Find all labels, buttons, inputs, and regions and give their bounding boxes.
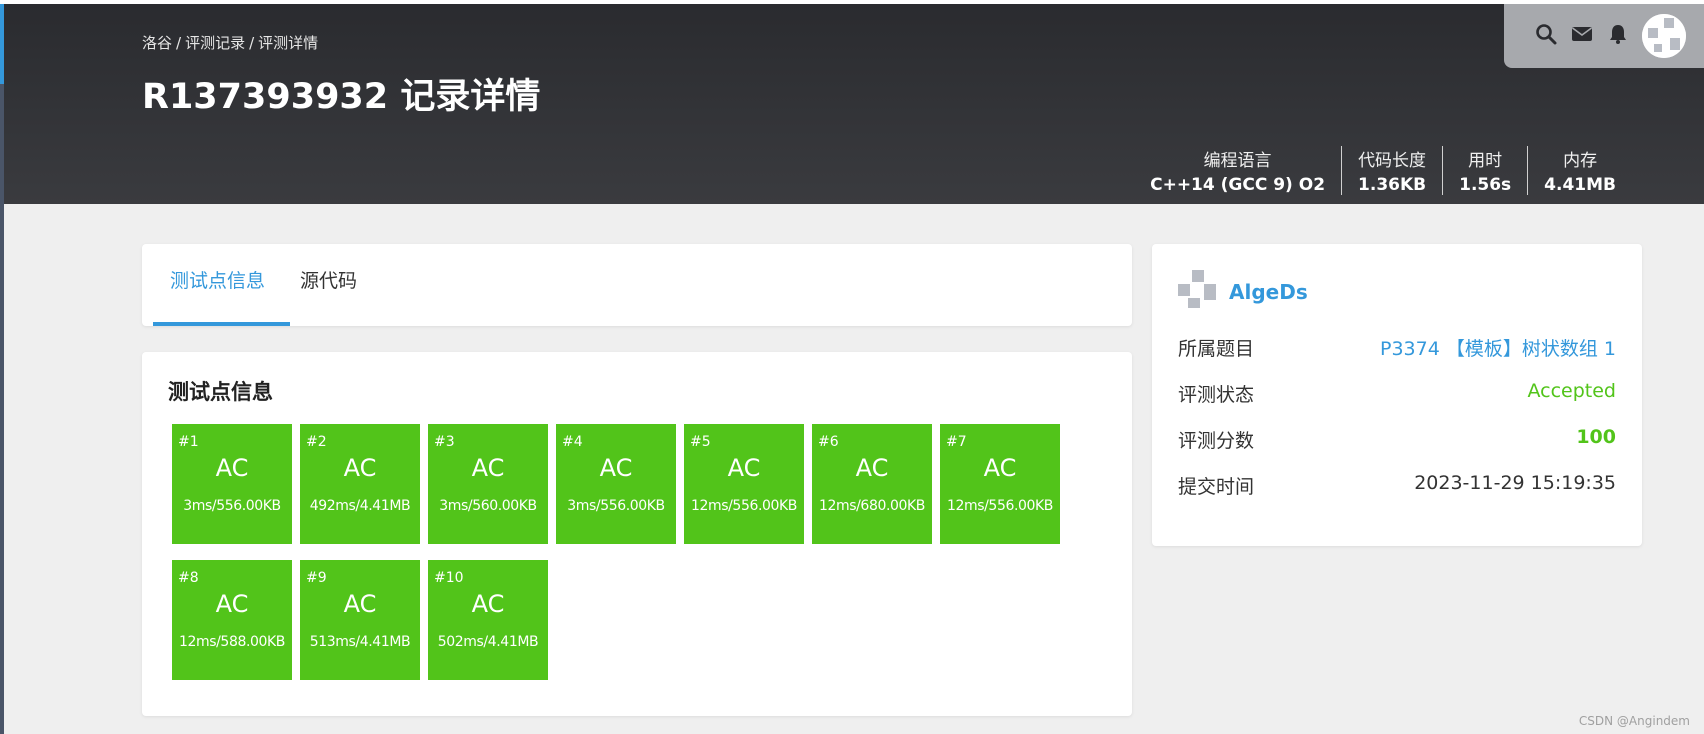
stat-memory: 内存 4.41MB bbox=[1527, 146, 1632, 195]
testcase-number: #1 bbox=[178, 434, 199, 450]
testcase-number: #5 bbox=[690, 434, 711, 450]
stat-label: 内存 bbox=[1563, 151, 1598, 171]
tab-source-code[interactable]: 源代码 bbox=[300, 266, 357, 293]
testcase-result: AC bbox=[343, 454, 377, 482]
info-label: 提交时间 bbox=[1178, 476, 1255, 498]
testcase-number: #10 bbox=[434, 570, 464, 586]
testcase-number: #9 bbox=[306, 570, 327, 586]
testcase-time-memory: 3ms/556.00KB bbox=[567, 498, 665, 514]
score-value: 100 bbox=[1576, 426, 1616, 448]
breadcrumb-home[interactable]: 洛谷 bbox=[142, 34, 172, 52]
testcase-time-memory: 12ms/556.00KB bbox=[690, 498, 798, 514]
breadcrumb: 洛谷 / 评测记录 / 评测详情 bbox=[142, 32, 318, 53]
breadcrumb-separator: / bbox=[176, 34, 182, 52]
status-value: Accepted bbox=[1527, 380, 1616, 402]
testcase-number: #2 bbox=[306, 434, 327, 450]
testcase-2[interactable]: #2 AC 492ms/4.41MB bbox=[300, 424, 420, 544]
testcases-card: 测试点信息 #1 AC 3ms/556.00KB #2 AC 492ms/4.4… bbox=[142, 352, 1132, 716]
page-frame: 洛谷 / 评测记录 / 评测详情 R137393932 记录详情 编程语言 C+… bbox=[4, 4, 1704, 734]
watermark: CSDN @Angindem bbox=[1578, 714, 1690, 728]
testcase-number: #6 bbox=[818, 434, 839, 450]
stat-label: 代码长度 bbox=[1358, 151, 1427, 171]
record-stats: 编程语言 C++14 (GCC 9) O2 代码长度 1.36KB 用时 1.5… bbox=[1134, 146, 1632, 195]
testcase-4[interactable]: #4 AC 3ms/556.00KB bbox=[556, 424, 676, 544]
submit-time-value: 2023-11-29 15:19:35 bbox=[1414, 472, 1616, 494]
testcase-time-memory: 3ms/556.00KB bbox=[183, 498, 281, 514]
breadcrumb-records[interactable]: 评测记录 bbox=[185, 34, 245, 52]
stat-label: 编程语言 bbox=[1203, 151, 1272, 171]
stat-time: 用时 1.56s bbox=[1442, 146, 1527, 195]
info-label: 所属题目 bbox=[1178, 338, 1255, 360]
testcase-time-memory: 12ms/556.00KB bbox=[946, 498, 1054, 514]
avatar[interactable] bbox=[1642, 14, 1686, 58]
page-title: R137393932 记录详情 bbox=[142, 77, 541, 117]
stat-value: 1.56s bbox=[1459, 175, 1512, 195]
username-link[interactable]: AlgeDs bbox=[1229, 280, 1308, 304]
testcase-9[interactable]: #9 AC 513ms/4.41MB bbox=[300, 560, 420, 680]
tab-testcases[interactable]: 测试点信息 bbox=[170, 266, 265, 293]
testcase-time-memory: 492ms/4.41MB bbox=[309, 498, 411, 514]
record-info-card: AlgeDs 所属题目 P3374 【模板】树状数组 1 评测状态 Accept… bbox=[1152, 244, 1642, 546]
page-header: 洛谷 / 评测记录 / 评测详情 R137393932 记录详情 编程语言 C+… bbox=[4, 4, 1704, 204]
active-tab-indicator bbox=[153, 322, 290, 326]
search-icon[interactable] bbox=[1534, 22, 1558, 46]
testcase-number: #3 bbox=[434, 434, 455, 450]
testcase-number: #7 bbox=[946, 434, 967, 450]
testcase-time-memory: 502ms/4.41MB bbox=[437, 634, 539, 650]
testcase-time-memory: 3ms/560.00KB bbox=[439, 498, 537, 514]
testcase-result: AC bbox=[471, 454, 505, 482]
testcase-result: AC bbox=[471, 590, 505, 618]
testcase-8[interactable]: #8 AC 12ms/588.00KB bbox=[172, 560, 292, 680]
testcase-time-memory: 12ms/680.00KB bbox=[818, 498, 926, 514]
testcase-3[interactable]: #3 AC 3ms/560.00KB bbox=[428, 424, 548, 544]
testcase-7[interactable]: #7 AC 12ms/556.00KB bbox=[940, 424, 1060, 544]
user-avatar-icon[interactable] bbox=[1178, 270, 1218, 310]
testcase-10[interactable]: #10 AC 502ms/4.41MB bbox=[428, 560, 548, 680]
breadcrumb-current: 评测详情 bbox=[258, 34, 319, 52]
testcase-time-memory: 12ms/588.00KB bbox=[178, 634, 286, 650]
testcase-time-memory: 513ms/4.41MB bbox=[309, 634, 411, 650]
stat-language: 编程语言 C++14 (GCC 9) O2 bbox=[1134, 146, 1341, 195]
avatar-identicon bbox=[1642, 14, 1686, 58]
testcase-number: #4 bbox=[562, 434, 583, 450]
stat-value: C++14 (GCC 9) O2 bbox=[1150, 175, 1326, 195]
stat-label: 用时 bbox=[1468, 151, 1503, 171]
top-user-bar bbox=[1504, 4, 1704, 68]
testcase-result: AC bbox=[983, 454, 1017, 482]
mail-icon[interactable] bbox=[1570, 22, 1594, 46]
testcase-result: AC bbox=[215, 454, 249, 482]
stat-code-length: 代码长度 1.36KB bbox=[1341, 146, 1442, 195]
breadcrumb-separator: / bbox=[249, 34, 255, 52]
testcase-number: #8 bbox=[178, 570, 199, 586]
testcase-result: AC bbox=[727, 454, 761, 482]
info-label: 评测状态 bbox=[1178, 384, 1255, 406]
testcase-result: AC bbox=[855, 454, 889, 482]
section-title: 测试点信息 bbox=[168, 380, 273, 404]
problem-link[interactable]: P3374 【模板】树状数组 1 bbox=[1380, 334, 1616, 361]
bell-icon[interactable] bbox=[1606, 22, 1630, 46]
testcase-result: AC bbox=[343, 590, 377, 618]
info-label: 评测分数 bbox=[1178, 430, 1255, 452]
testcase-1[interactable]: #1 AC 3ms/556.00KB bbox=[172, 424, 292, 544]
stat-value: 1.36KB bbox=[1358, 175, 1427, 195]
testcase-result: AC bbox=[215, 590, 249, 618]
testcase-5[interactable]: #5 AC 12ms/556.00KB bbox=[684, 424, 804, 544]
stat-value: 4.41MB bbox=[1544, 175, 1616, 195]
testcase-6[interactable]: #6 AC 12ms/680.00KB bbox=[812, 424, 932, 544]
tabs-card: 测试点信息 源代码 bbox=[142, 244, 1132, 326]
testcase-result: AC bbox=[599, 454, 633, 482]
